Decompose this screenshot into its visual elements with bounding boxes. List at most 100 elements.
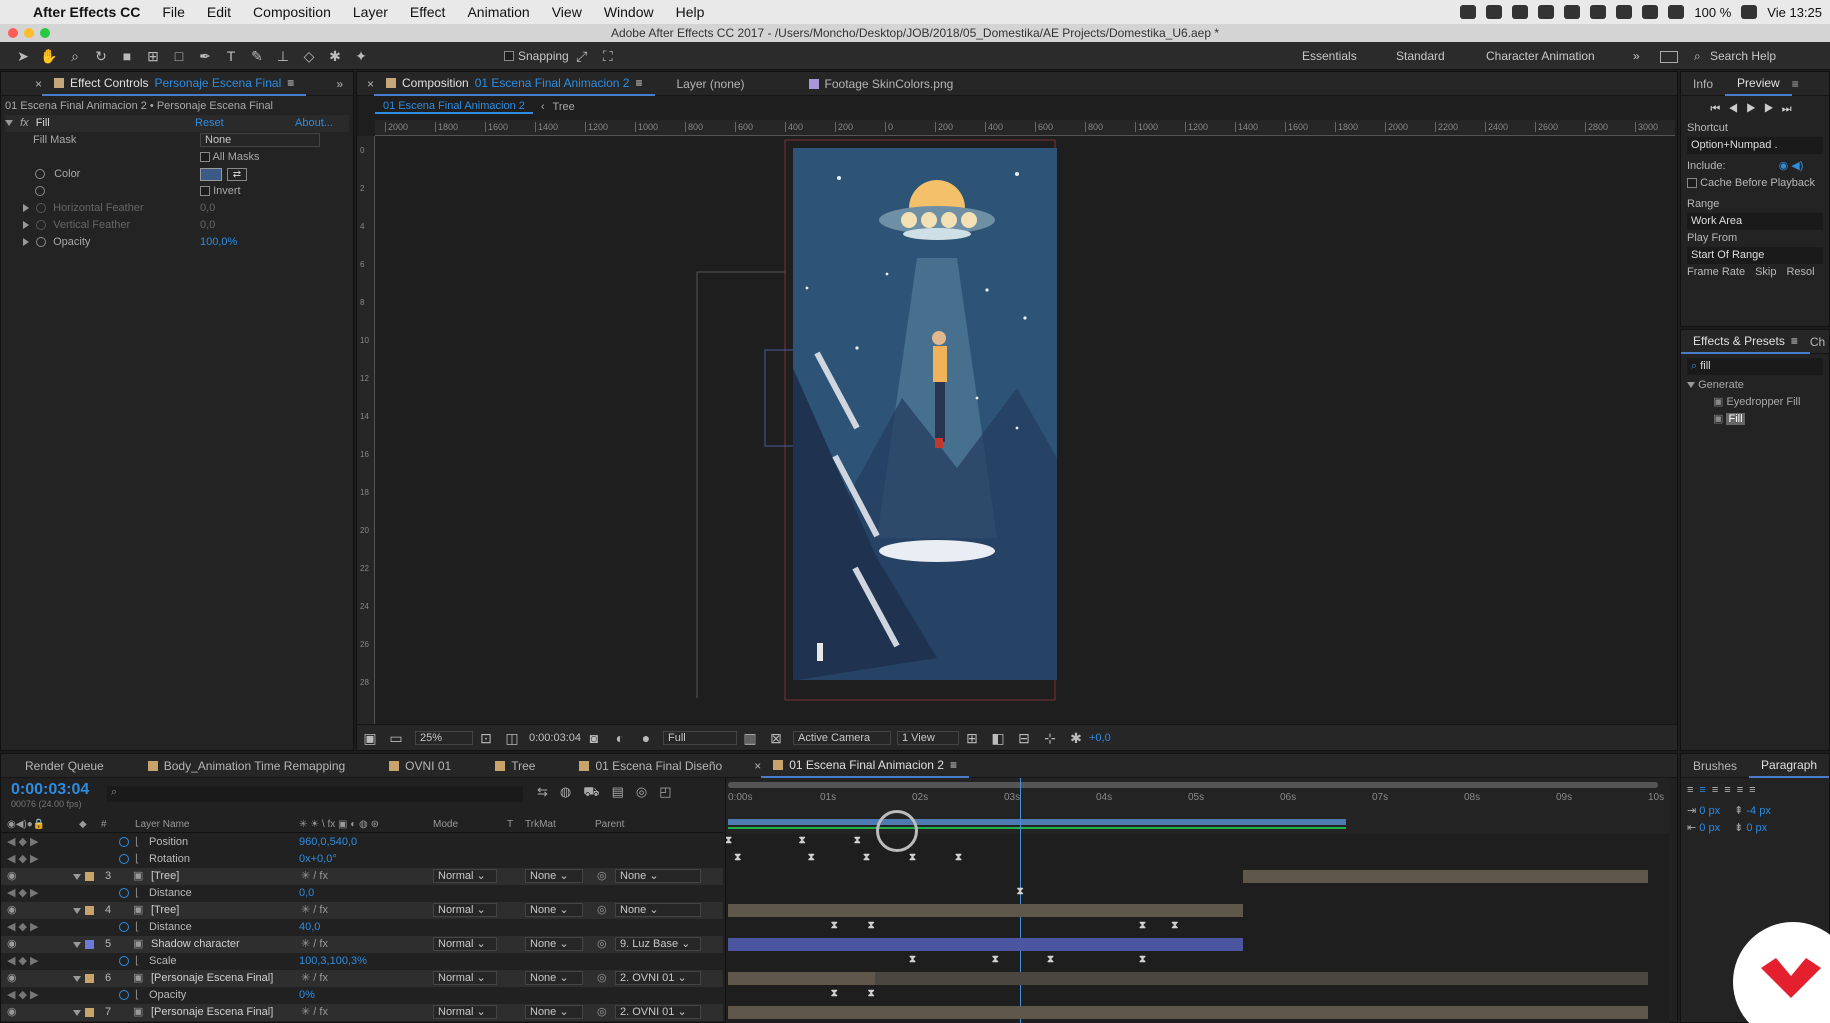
- wifi-icon[interactable]: [1642, 5, 1659, 19]
- stopwatch-icon[interactable]: [119, 922, 129, 932]
- menu-layer[interactable]: Layer: [342, 4, 399, 20]
- justify-center-icon[interactable]: ≡: [1737, 784, 1749, 796]
- record-icon[interactable]: [1460, 5, 1477, 19]
- last-frame-icon[interactable]: ⏭: [1782, 103, 1800, 115]
- about-button[interactable]: About...: [295, 115, 333, 132]
- layer-switches[interactable]: ✳ / fx: [301, 970, 328, 987]
- effect-header-row[interactable]: fx Fill Reset About...: [5, 115, 349, 132]
- mode-dropdown[interactable]: Normal ⌄: [433, 937, 497, 951]
- menu-animation[interactable]: Animation: [456, 4, 540, 20]
- keyframe-marker[interactable]: ⧗: [863, 852, 870, 863]
- preview-menu-icon[interactable]: ≡: [1792, 77, 1799, 91]
- indent-left-field[interactable]: ⇥ 0 px: [1687, 804, 1720, 817]
- region-of-interest-icon[interactable]: ◫: [503, 729, 521, 747]
- layer-bar-personaje-6-tail[interactable]: [875, 972, 1648, 985]
- mode-dropdown[interactable]: Normal ⌄: [433, 903, 497, 917]
- rotate-tool-icon[interactable]: ↻: [92, 47, 110, 65]
- frame-blending-icon[interactable]: ▤: [612, 784, 636, 799]
- keyframe-marker[interactable]: ⧗: [1017, 886, 1024, 897]
- trkmat-dropdown[interactable]: None ⌄: [525, 903, 583, 917]
- fx-icon[interactable]: fx: [20, 117, 29, 129]
- generate-category[interactable]: Generate: [1687, 377, 1823, 394]
- motion-blur-icon[interactable]: ◎: [636, 784, 659, 799]
- menu-help[interactable]: Help: [665, 4, 716, 20]
- first-frame-icon[interactable]: ⏮: [1710, 103, 1728, 115]
- keyframe-marker[interactable]: ⧗: [799, 835, 806, 846]
- keyframe-marker[interactable]: ⧗: [1047, 954, 1054, 965]
- property-value[interactable]: 100,3,100,3%: [299, 953, 367, 970]
- timecode-display[interactable]: 0:00:03:04 00076 (24.00 fps): [11, 781, 89, 811]
- h-feather-value[interactable]: 0,0: [200, 200, 215, 217]
- effect-item-fill[interactable]: ▣ Fill: [1687, 411, 1823, 428]
- layer-expand-icon[interactable]: [73, 1010, 81, 1016]
- layer-row[interactable]: ◉ 7 ▣ [Personaje Escena Final] ✳ / fx Normal …: [1, 1004, 723, 1021]
- label-color[interactable]: [85, 940, 94, 949]
- hand-tool-icon[interactable]: ✋: [40, 47, 58, 65]
- shy-toggle-icon[interactable]: ⛟: [583, 784, 611, 799]
- transparency-grid-icon[interactable]: ⊠: [767, 729, 785, 747]
- visibility-icon[interactable]: ◉: [7, 902, 17, 919]
- property-row[interactable]: ◀ ◆ ▶ ⌊ Position 960,0,540,0: [1, 834, 723, 851]
- reset-button[interactable]: Reset: [195, 115, 224, 132]
- display-icon[interactable]: [1486, 5, 1503, 19]
- tab-layer[interactable]: Layer (none): [665, 72, 757, 96]
- magnification-dropdown[interactable]: 25%: [415, 730, 473, 745]
- menu-composition[interactable]: Composition: [242, 4, 342, 20]
- all-masks-checkbox[interactable]: All Masks: [200, 149, 260, 166]
- pen-tool-icon[interactable]: ✒: [196, 47, 214, 65]
- comp-flowchart-icon[interactable]: ⇆: [537, 784, 560, 799]
- keyframe-marker[interactable]: ⧗: [726, 835, 732, 846]
- pickwhip-icon[interactable]: ◎: [597, 936, 607, 953]
- clone-stamp-tool-icon[interactable]: ⊥: [274, 47, 292, 65]
- include-audio-icon[interactable]: ◀): [1791, 160, 1803, 172]
- property-value[interactable]: 0%: [299, 987, 315, 1004]
- cloud-icon[interactable]: [1538, 5, 1555, 19]
- tab-footage[interactable]: Footage SkinColors.png: [797, 72, 966, 96]
- keyframe-marker[interactable]: ⧗: [955, 852, 962, 863]
- stopwatch-icon[interactable]: [119, 854, 129, 864]
- fast-preview-icon[interactable]: ▥: [741, 729, 759, 747]
- tab-tree[interactable]: Tree: [483, 754, 547, 778]
- trkmat-dropdown[interactable]: None ⌄: [525, 1005, 583, 1019]
- tab-escena-animacion[interactable]: 01 Escena Final Animacion 2 ≡: [761, 754, 969, 778]
- layer-switches[interactable]: ✳ / fx: [301, 1004, 328, 1021]
- trkmat-dropdown[interactable]: None ⌄: [525, 869, 583, 883]
- brush-tool-icon[interactable]: ✎: [248, 47, 266, 65]
- invert-checkbox[interactable]: Invert: [200, 183, 241, 200]
- layer-expand-icon[interactable]: [73, 976, 81, 982]
- visibility-icon[interactable]: ◉: [7, 1004, 17, 1021]
- stopwatch-icon[interactable]: [119, 956, 129, 966]
- v-feather-stopwatch-icon[interactable]: [36, 220, 47, 231]
- parent-dropdown[interactable]: 9. Luz Base ⌄: [615, 937, 701, 951]
- time-navigator-thumb[interactable]: [728, 782, 1658, 788]
- layer-bar-personaje-6[interactable]: [728, 972, 876, 985]
- panel-menu-icon[interactable]: ≡: [287, 76, 294, 90]
- cache-checkbox[interactable]: [1687, 178, 1697, 189]
- visibility-icon[interactable]: ◉: [7, 868, 17, 885]
- close-timeline-tab-icon[interactable]: ×: [754, 759, 761, 773]
- camera-tool-icon[interactable]: ■: [118, 47, 136, 65]
- menu-edit[interactable]: Edit: [196, 4, 242, 20]
- invert-stopwatch-icon[interactable]: [35, 186, 45, 197]
- roto-brush-tool-icon[interactable]: ✱: [326, 47, 344, 65]
- label-color[interactable]: [85, 872, 94, 881]
- parent-dropdown[interactable]: None ⌄: [615, 903, 701, 917]
- snapping-checkbox[interactable]: [504, 50, 514, 61]
- keyframe-marker[interactable]: ⧗: [992, 954, 999, 965]
- snapshot-icon[interactable]: ◙: [585, 729, 603, 747]
- bluetooth-icon[interactable]: [1616, 5, 1633, 19]
- layer-name[interactable]: [Personaje Escena Final]: [151, 970, 273, 987]
- close-window-button[interactable]: [8, 28, 18, 38]
- layer-switches[interactable]: ✳ / fx: [301, 902, 328, 919]
- tab-paragraph[interactable]: Paragraph: [1749, 754, 1830, 778]
- align-left-icon[interactable]: ≡: [1687, 784, 1699, 796]
- layer-name[interactable]: Shadow character: [151, 936, 240, 953]
- effects-menu-icon[interactable]: ≡: [1791, 334, 1798, 348]
- time-machine-icon[interactable]: [1590, 5, 1607, 19]
- comp-viewer[interactable]: [377, 138, 1675, 724]
- pickwhip-icon[interactable]: ◎: [597, 902, 607, 919]
- property-row[interactable]: ◀ ◆ ▶ ⌊ Distance 0,0: [1, 885, 723, 902]
- keyframe-marker[interactable]: ⧗: [854, 835, 861, 846]
- layer-name[interactable]: [Tree]: [151, 902, 179, 919]
- property-row[interactable]: ◀ ◆ ▶ ⌊ Opacity 0%: [1, 987, 723, 1004]
